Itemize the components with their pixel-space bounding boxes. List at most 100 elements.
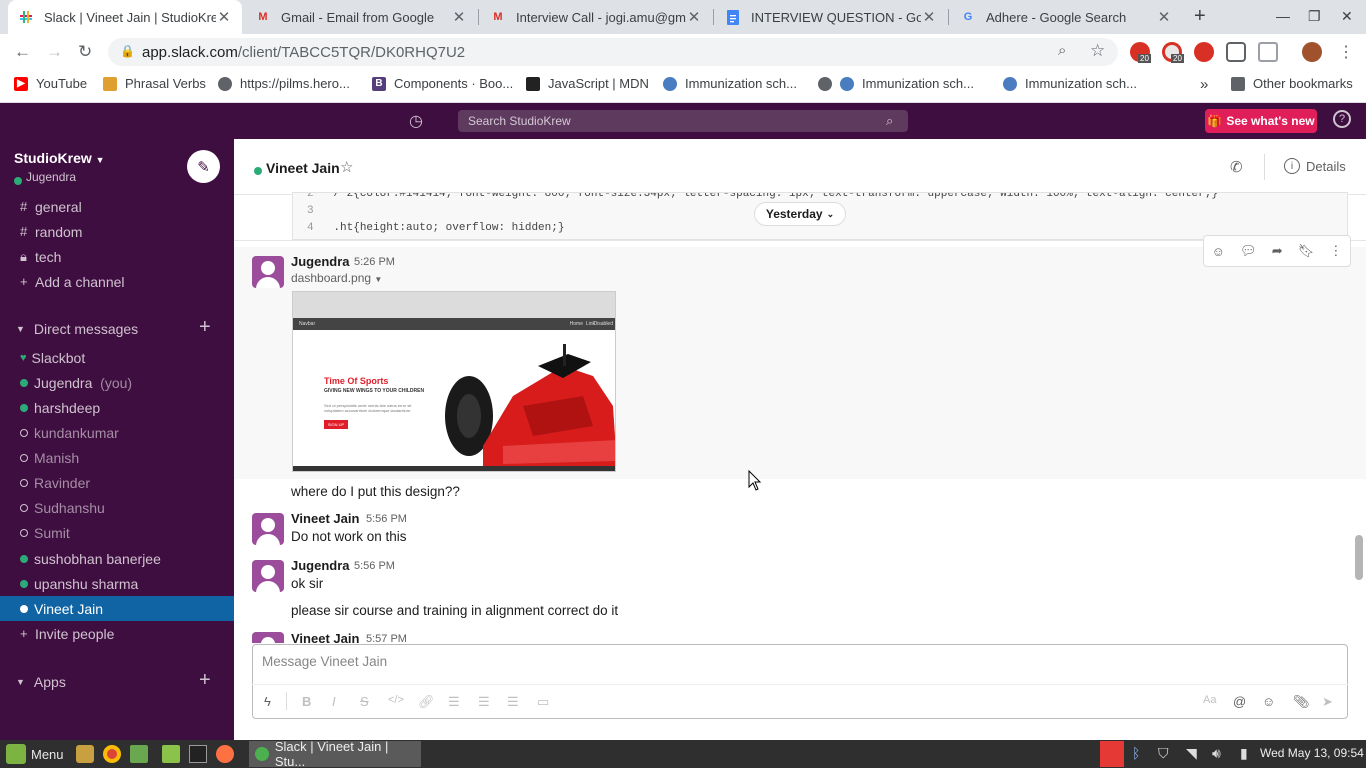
ordered-list-icon[interactable]: ☰ — [448, 694, 460, 710]
code-icon[interactable]: </> — [388, 694, 404, 706]
bookmark-pilms[interactable]: https://pilms.hero... — [218, 76, 350, 91]
formatting-toggle-icon[interactable]: Aa — [1203, 694, 1216, 706]
wifi-icon[interactable]: ◥ — [1186, 745, 1197, 762]
tab-adhere-search[interactable]: G Adhere - Google Search ✕ — [950, 0, 1182, 34]
bookmark-youtube[interactable]: ▶ YouTube — [14, 76, 87, 91]
close-tab-icon[interactable]: ✕ — [451, 8, 467, 26]
firefox-launcher-icon[interactable] — [216, 745, 234, 763]
avatar[interactable] — [252, 632, 284, 643]
avatar[interactable] — [252, 513, 284, 545]
history-icon[interactable]: ◷ — [409, 111, 423, 131]
dm-vineet-jain[interactable]: Vineet Jain — [0, 596, 234, 621]
workspace-name[interactable]: StudioKrew ▼ — [14, 150, 105, 166]
add-dm-button[interactable]: + — [199, 316, 211, 339]
dm-kundankumar[interactable]: kundankumar — [0, 420, 234, 445]
dm-ravinder[interactable]: Ravinder — [0, 470, 234, 495]
chrome-launcher-icon[interactable] — [103, 745, 121, 763]
message-timestamp[interactable]: 5:56 PM — [366, 513, 407, 525]
files-launcher-icon[interactable] — [162, 745, 180, 763]
bluetooth-icon[interactable]: ᛒ — [1132, 745, 1140, 761]
anydesk-tray-icon[interactable] — [1100, 741, 1124, 767]
tab-interview-question[interactable]: INTERVIEW QUESTION - Google ✕ — [715, 0, 947, 34]
bold-icon[interactable]: B — [302, 694, 311, 709]
attachment-icon[interactable]: 📎︎ — [1293, 694, 1310, 710]
phone-icon[interactable]: ✆ — [1230, 158, 1243, 176]
bookmark-components[interactable]: B Components · Boo... — [372, 76, 513, 91]
tab-interview-call[interactable]: M Interview Call - jogi.amu@gmail ✕ — [480, 0, 712, 34]
message-input[interactable]: Message Vineet Jain — [262, 654, 387, 669]
profile-avatar[interactable] — [1302, 42, 1322, 62]
image-attachment[interactable]: Navbar Home Link Disabled Time Of Sports GI… — [292, 291, 616, 472]
volume-icon[interactable]: 🔊︎ — [1212, 745, 1221, 762]
minimize-icon[interactable]: — — [1276, 8, 1290, 24]
code-block-icon[interactable]: ▭ — [537, 694, 549, 710]
whats-new-button[interactable]: 🎁 See what's new — [1205, 109, 1317, 133]
compose-button[interactable]: ✎ — [187, 150, 220, 183]
dm-upanshu-sharma[interactable]: upanshu sharma — [0, 571, 234, 596]
bookmark-immunization-2[interactable]: Immunization sch... — [818, 76, 974, 91]
message-timestamp[interactable]: 5:26 PM — [354, 256, 395, 268]
back-icon[interactable]: ← — [14, 42, 31, 62]
channel-tech[interactable]: 🔒︎ tech — [0, 244, 234, 269]
bookmarks-overflow-icon[interactable]: » — [1200, 76, 1208, 93]
dm-harshdeep[interactable]: harshdeep — [0, 395, 234, 420]
message-composer[interactable] — [252, 644, 1348, 719]
cast-extension-icon[interactable] — [1258, 42, 1278, 62]
sublime-launcher-icon[interactable] — [76, 745, 94, 763]
share-message-icon[interactable]: ➦ — [1272, 243, 1283, 259]
emoji-icon[interactable]: ☺ — [1262, 694, 1275, 709]
message-timestamp[interactable]: 5:57 PM — [366, 633, 407, 643]
apps-header[interactable]: ▼ Apps — [16, 674, 66, 690]
strikethrough-icon[interactable]: S — [360, 694, 369, 709]
help-icon[interactable]: ? — [1333, 110, 1351, 128]
invite-people-button[interactable]: + Invite people — [0, 621, 234, 646]
bookmark-star-icon[interactable]: ☆ — [1090, 41, 1105, 61]
blockquote-icon[interactable]: ☰ — [507, 694, 519, 710]
shield-extension-icon[interactable] — [1226, 42, 1246, 62]
system-clock[interactable]: Wed May 13, 09:54 — [1260, 746, 1364, 760]
url-text[interactable]: app.slack.com/client/TABCC5TQR/DK0RHQ7U2 — [142, 44, 465, 61]
avatar[interactable] — [252, 256, 284, 288]
close-tab-icon[interactable]: ✕ — [1156, 8, 1172, 26]
chrome-menu-icon[interactable]: ⋮ — [1338, 42, 1354, 62]
close-tab-icon[interactable]: ✕ — [921, 8, 937, 26]
save-bookmark-icon[interactable]: 🔖︎ — [1298, 243, 1315, 259]
reply-thread-icon[interactable]: 💬︎ — [1240, 243, 1257, 259]
dm-manish[interactable]: Manish — [0, 445, 234, 470]
details-button[interactable]: i Details — [1284, 158, 1346, 174]
file-name[interactable]: dashboard.png ▼ — [291, 271, 382, 285]
bookmark-immunization-3[interactable]: Immunization sch... — [1003, 76, 1137, 91]
zoom-search-icon[interactable]: ⌕ — [1058, 42, 1066, 59]
dm-jugendra[interactable]: Jugendra (you) — [0, 370, 234, 395]
message-author[interactable]: Vineet Jain — [291, 631, 359, 643]
taskbar-window-slack[interactable]: Slack | Vineet Jain | Stu... — [249, 739, 421, 769]
message-scrollbar[interactable] — [1355, 535, 1363, 580]
battery-icon[interactable]: ▮ — [1240, 745, 1248, 762]
add-app-button[interactable]: + — [199, 669, 211, 692]
tab-gmail[interactable]: M Gmail - Email from Google ✕ — [245, 0, 477, 34]
spreadsheet-launcher-icon[interactable] — [130, 745, 148, 763]
shortcuts-lightning-icon[interactable]: ϟ — [264, 694, 271, 709]
message-author[interactable]: Jugendra — [291, 254, 350, 269]
tab-slack[interactable]: Slack | Vineet Jain | StudioKrew ✕ — [8, 0, 242, 34]
more-actions-icon[interactable]: ⋮ — [1329, 243, 1342, 259]
close-window-icon[interactable]: ✕ — [1341, 8, 1353, 25]
add-reaction-icon[interactable]: ☺ — [1212, 244, 1225, 259]
maximize-icon[interactable]: ❐ — [1308, 8, 1321, 25]
channel-random[interactable]: # random — [0, 219, 234, 244]
pocket-extension-icon[interactable]: 20 — [1162, 42, 1184, 63]
close-tab-icon[interactable]: ✕ — [216, 8, 232, 26]
date-divider-button[interactable]: Yesterday ⌄ — [754, 202, 846, 226]
forward-icon[interactable]: → — [46, 42, 63, 62]
send-icon[interactable]: ➤ — [1322, 694, 1333, 710]
bookmark-mdn[interactable]: JavaScript | MDN — [526, 76, 649, 91]
bulleted-list-icon[interactable]: ☰ — [478, 694, 490, 710]
search-input[interactable]: Search StudioKrew — [458, 110, 908, 132]
channel-general[interactable]: # general — [0, 194, 234, 219]
star-icon[interactable]: ☆ — [340, 158, 353, 176]
new-tab-button[interactable]: + — [1194, 5, 1206, 28]
dm-sushobhan-banerjee[interactable]: sushobhan banerjee — [0, 546, 234, 571]
close-tab-icon[interactable]: ✕ — [686, 8, 702, 26]
message-timestamp[interactable]: 5:56 PM — [354, 560, 395, 572]
italic-icon[interactable]: I — [332, 694, 336, 709]
